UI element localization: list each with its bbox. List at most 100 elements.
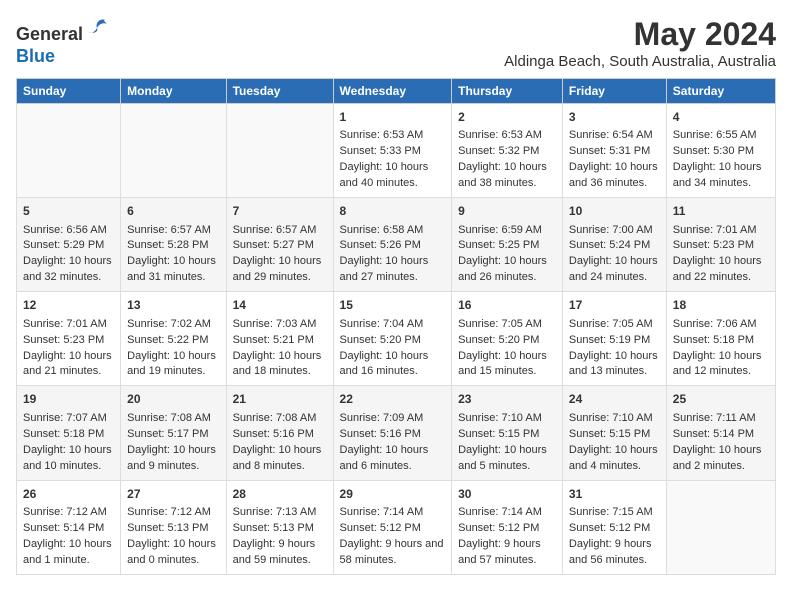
sunrise: Sunrise: 7:02 AM (127, 318, 211, 330)
calendar-cell: 13Sunrise: 7:02 AMSunset: 5:22 PMDayligh… (121, 292, 226, 386)
sunrise: Sunrise: 7:07 AM (23, 412, 107, 424)
day-number: 30 (458, 486, 556, 503)
day-number: 20 (127, 391, 219, 408)
calendar-cell: 17Sunrise: 7:05 AMSunset: 5:19 PMDayligh… (562, 292, 666, 386)
sunset: Sunset: 5:29 PM (23, 239, 104, 251)
calendar-cell (17, 104, 121, 198)
sunset: Sunset: 5:25 PM (458, 239, 539, 251)
daylight: Daylight: 10 hours and 22 minutes. (673, 255, 762, 283)
sunset: Sunset: 5:16 PM (233, 428, 314, 440)
sunrise: Sunrise: 7:13 AM (233, 506, 317, 518)
daylight: Daylight: 10 hours and 38 minutes. (458, 161, 547, 189)
daylight: Daylight: 10 hours and 0 minutes. (127, 538, 216, 566)
sunset: Sunset: 5:28 PM (127, 239, 208, 251)
sunset: Sunset: 5:15 PM (569, 428, 650, 440)
sunset: Sunset: 5:12 PM (458, 522, 539, 534)
location: Aldinga Beach, South Australia, Australi… (504, 53, 776, 70)
col-header-wednesday: Wednesday (333, 79, 452, 104)
sunset: Sunset: 5:20 PM (458, 334, 539, 346)
calendar-cell (666, 480, 775, 574)
sunset: Sunset: 5:21 PM (233, 334, 314, 346)
calendar-cell: 10Sunrise: 7:00 AMSunset: 5:24 PMDayligh… (562, 198, 666, 292)
daylight: Daylight: 10 hours and 18 minutes. (233, 350, 322, 378)
daylight: Daylight: 10 hours and 16 minutes. (340, 350, 429, 378)
daylight: Daylight: 9 hours and 58 minutes. (340, 538, 444, 566)
daylight: Daylight: 10 hours and 36 minutes. (569, 161, 658, 189)
sunset: Sunset: 5:19 PM (569, 334, 650, 346)
daylight: Daylight: 10 hours and 24 minutes. (569, 255, 658, 283)
sunrise: Sunrise: 7:09 AM (340, 412, 424, 424)
day-number: 31 (569, 486, 660, 503)
calendar-cell: 29Sunrise: 7:14 AMSunset: 5:12 PMDayligh… (333, 480, 452, 574)
sunset: Sunset: 5:12 PM (340, 522, 421, 534)
day-number: 17 (569, 297, 660, 314)
sunset: Sunset: 5:14 PM (673, 428, 754, 440)
logo-blue: Blue (16, 46, 55, 66)
daylight: Daylight: 10 hours and 31 minutes. (127, 255, 216, 283)
calendar-cell: 11Sunrise: 7:01 AMSunset: 5:23 PMDayligh… (666, 198, 775, 292)
day-number: 2 (458, 109, 556, 126)
daylight: Daylight: 10 hours and 32 minutes. (23, 255, 112, 283)
sunrise: Sunrise: 6:57 AM (233, 224, 317, 236)
daylight: Daylight: 9 hours and 59 minutes. (233, 538, 316, 566)
sunset: Sunset: 5:15 PM (458, 428, 539, 440)
day-number: 16 (458, 297, 556, 314)
day-number: 9 (458, 203, 556, 220)
sunrise: Sunrise: 6:54 AM (569, 129, 653, 141)
calendar-cell: 20Sunrise: 7:08 AMSunset: 5:17 PMDayligh… (121, 386, 226, 480)
day-number: 5 (23, 203, 114, 220)
sunset: Sunset: 5:13 PM (127, 522, 208, 534)
daylight: Daylight: 10 hours and 2 minutes. (673, 444, 762, 472)
sunrise: Sunrise: 7:11 AM (673, 412, 756, 424)
day-number: 19 (23, 391, 114, 408)
sunrise: Sunrise: 7:10 AM (458, 412, 542, 424)
sunrise: Sunrise: 7:12 AM (127, 506, 211, 518)
sunrise: Sunrise: 6:57 AM (127, 224, 211, 236)
daylight: Daylight: 10 hours and 27 minutes. (340, 255, 429, 283)
calendar-cell: 27Sunrise: 7:12 AMSunset: 5:13 PMDayligh… (121, 480, 226, 574)
calendar-cell: 21Sunrise: 7:08 AMSunset: 5:16 PMDayligh… (226, 386, 333, 480)
calendar-cell: 30 Sunrise: 7:14 AM Sunset: 5:12 PM Dayligh… (452, 480, 563, 574)
calendar-cell: 24Sunrise: 7:10 AMSunset: 5:15 PMDayligh… (562, 386, 666, 480)
sunset: Sunset: 5:17 PM (127, 428, 208, 440)
col-header-thursday: Thursday (452, 79, 563, 104)
sunset: Sunset: 5:14 PM (23, 522, 104, 534)
day-number: 26 (23, 486, 114, 503)
sunset: Sunset: 5:12 PM (569, 522, 650, 534)
sunrise: Sunrise: 7:03 AM (233, 318, 317, 330)
calendar-cell: 8Sunrise: 6:58 AMSunset: 5:26 PMDaylight… (333, 198, 452, 292)
col-header-monday: Monday (121, 79, 226, 104)
day-number: 15 (340, 297, 446, 314)
sunrise: Sunrise: 6:58 AM (340, 224, 424, 236)
sunrise: Sunrise: 7:00 AM (569, 224, 653, 236)
sunrise: Sunrise: 6:56 AM (23, 224, 107, 236)
daylight: Daylight: 10 hours and 40 minutes. (340, 161, 429, 189)
day-number: 8 (340, 203, 446, 220)
day-number: 13 (127, 297, 219, 314)
sunrise: Sunrise: 7:10 AM (569, 412, 653, 424)
daylight: Daylight: 9 hours and 57 minutes. (458, 538, 541, 566)
sunset: Sunset: 5:27 PM (233, 239, 314, 251)
sunset: Sunset: 5:33 PM (340, 145, 421, 157)
daylight: Daylight: 10 hours and 26 minutes. (458, 255, 547, 283)
calendar-cell: 18Sunrise: 7:06 AMSunset: 5:18 PMDayligh… (666, 292, 775, 386)
daylight: Daylight: 10 hours and 34 minutes. (673, 161, 762, 189)
day-number: 11 (673, 203, 769, 220)
sunset: Sunset: 5:23 PM (673, 239, 754, 251)
sunset: Sunset: 5:18 PM (23, 428, 104, 440)
calendar-cell: 9Sunrise: 6:59 AMSunset: 5:25 PMDaylight… (452, 198, 563, 292)
col-header-sunday: Sunday (17, 79, 121, 104)
day-number: 12 (23, 297, 114, 314)
sunrise: Sunrise: 7:14 AM (458, 506, 542, 518)
sunset: Sunset: 5:24 PM (569, 239, 650, 251)
calendar-cell: 31Sunrise: 7:15 AMSunset: 5:12 PMDayligh… (562, 480, 666, 574)
sunrise: Sunrise: 7:06 AM (673, 318, 757, 330)
daylight: Daylight: 10 hours and 8 minutes. (233, 444, 322, 472)
logo-general: General (16, 24, 83, 44)
calendar-cell: 16Sunrise: 7:05 AMSunset: 5:20 PMDayligh… (452, 292, 563, 386)
sunset: Sunset: 5:30 PM (673, 145, 754, 157)
calendar-cell: 7Sunrise: 6:57 AMSunset: 5:27 PMDaylight… (226, 198, 333, 292)
col-header-tuesday: Tuesday (226, 79, 333, 104)
daylight: Daylight: 10 hours and 21 minutes. (23, 350, 112, 378)
sunrise: Sunrise: 7:05 AM (458, 318, 542, 330)
